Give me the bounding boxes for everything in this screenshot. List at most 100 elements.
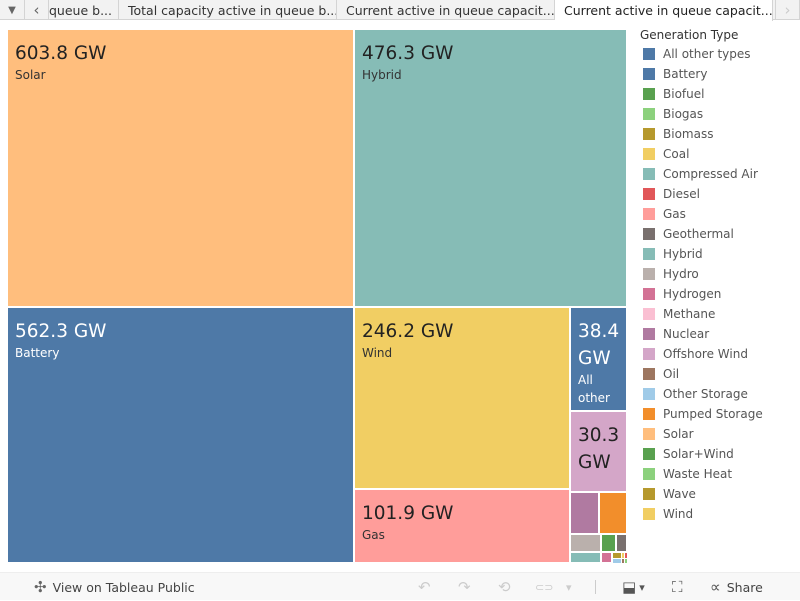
refresh-button[interactable]: ⊂⊃ <box>535 573 553 601</box>
tab-menu-button[interactable]: ▼ <box>0 0 25 20</box>
legend-item[interactable]: Biogas <box>640 104 800 124</box>
refresh-icon: ⊂⊃ <box>535 580 554 594</box>
treemap-tile-other-storage[interactable] <box>613 559 622 564</box>
treemap-tile-wind[interactable]: 246.2 GW Wind <box>355 308 571 490</box>
legend-swatch <box>643 188 655 200</box>
treemap-tile-offshore-wind[interactable]: 30.3 GW <box>571 412 628 493</box>
legend-item[interactable]: Oil <box>640 364 800 384</box>
treemap-tile-hydrogen[interactable] <box>602 553 613 564</box>
tile-unit-label: GW <box>578 452 611 473</box>
legend-label: Gas <box>663 207 686 221</box>
tab-sheet-1[interactable]: queue b... <box>49 0 119 20</box>
legend-item[interactable]: Gas <box>640 204 800 224</box>
fullscreen-button[interactable]: ⛶ <box>672 573 683 601</box>
revert-icon: ⟲ <box>498 578 511 596</box>
legend-swatch <box>643 408 655 420</box>
legend-item[interactable]: Coal <box>640 144 800 164</box>
legend-swatch <box>643 108 655 120</box>
view-on-tableau-label: View on Tableau Public <box>52 579 195 595</box>
tile-unit-label: GW <box>578 348 611 369</box>
legend-item[interactable]: Hydro <box>640 264 800 284</box>
treemap-tile-compressed-air[interactable] <box>571 553 602 564</box>
legend-swatch <box>643 308 655 320</box>
legend-label: Methane <box>663 307 716 321</box>
legend-swatch <box>643 248 655 260</box>
legend-item[interactable]: Compressed Air <box>640 164 800 184</box>
legend-item[interactable]: Diesel <box>640 184 800 204</box>
refresh-dropdown[interactable]: ▾ <box>566 573 572 601</box>
tile-value-label: 101.9 GW <box>362 503 454 524</box>
legend-item[interactable]: Pumped Storage <box>640 404 800 424</box>
legend-item[interactable]: Offshore Wind <box>640 344 800 364</box>
legend-swatch <box>643 148 655 160</box>
treemap-tile-solar-wind[interactable] <box>602 535 617 553</box>
undo-button[interactable]: ↶ <box>418 573 431 601</box>
share-button[interactable]: ∝ Share <box>710 573 763 601</box>
legend-item[interactable]: Geothermal <box>640 224 800 244</box>
tab-scroll-left-button[interactable]: ‹ <box>25 0 49 20</box>
legend-swatch <box>643 228 655 240</box>
treemap-tile-hybrid[interactable]: 476.3 GW Hybrid <box>355 30 628 308</box>
legend-label: Nuclear <box>663 327 710 341</box>
legend-item[interactable]: Biofuel <box>640 84 800 104</box>
legend-swatch <box>643 88 655 100</box>
tile-name-label: other <box>578 391 610 405</box>
treemap-tile-solar[interactable]: 603.8 GW Solar <box>8 30 355 308</box>
legend-item[interactable]: Battery <box>640 64 800 84</box>
caret-down-icon: ▾ <box>566 580 572 594</box>
tile-value-label: 562.3 GW <box>15 321 107 342</box>
tableau-logo-icon: ✣ <box>34 578 47 596</box>
treemap-tile-geothermal[interactable] <box>617 535 628 553</box>
tile-name-label: Solar <box>15 68 46 82</box>
redo-button[interactable]: ↷ <box>458 573 471 601</box>
legend-item[interactable]: Other Storage <box>640 384 800 404</box>
share-icon: ∝ <box>710 578 721 596</box>
fullscreen-icon: ⛶ <box>672 578 683 596</box>
legend-label: Solar+Wind <box>663 447 734 461</box>
legend-label: Compressed Air <box>663 167 758 181</box>
legend-item[interactable]: Nuclear <box>640 324 800 344</box>
legend-swatch <box>643 288 655 300</box>
legend-item[interactable]: Waste Heat <box>640 464 800 484</box>
caret-down-icon: ▼ <box>8 4 16 16</box>
treemap-tile-pumped-storage[interactable] <box>600 493 628 535</box>
treemap-tile-hydro[interactable] <box>571 535 602 553</box>
tab-sheet-4-active[interactable]: Current active in queue capacit... <box>555 0 773 21</box>
treemap-tile-gas[interactable]: 101.9 GW Gas <box>355 490 571 564</box>
treemap-tile-all-other-types[interactable]: 38.4 GW All other <box>571 308 628 412</box>
legend-label: Offshore Wind <box>663 347 748 361</box>
legend-label: Solar <box>663 427 694 441</box>
legend-label: Biomass <box>663 127 714 141</box>
tab-scroll-right-button[interactable]: › <box>775 0 800 20</box>
view-on-tableau-public-link[interactable]: ✣ View on Tableau Public <box>34 573 195 601</box>
legend-item[interactable]: Wind <box>640 504 800 524</box>
revert-button[interactable]: ⟲ <box>498 573 511 601</box>
tab-sheet-3[interactable]: Current active in queue capacit... <box>337 0 555 20</box>
tile-name-label: All <box>578 373 593 387</box>
legend-swatch <box>643 128 655 140</box>
legend-item[interactable]: Biomass <box>640 124 800 144</box>
legend-label: All other types <box>663 47 751 61</box>
treemap-tile-nuclear[interactable] <box>571 493 600 535</box>
treemap-tile-battery[interactable]: 562.3 GW Battery <box>8 308 355 564</box>
legend-item[interactable]: Hybrid <box>640 244 800 264</box>
legend: Generation Type All other types Battery Bi… <box>640 28 800 524</box>
chevron-left-icon: ‹ <box>33 1 40 19</box>
legend-item[interactable]: Wave <box>640 484 800 504</box>
treemap-tile-waste-heat[interactable] <box>625 559 628 564</box>
legend-label: Hydro <box>663 267 699 281</box>
tile-name-label: Battery <box>15 346 60 360</box>
tab-sheet-2[interactable]: Total capacity active in queue b... <box>119 0 337 20</box>
legend-item[interactable]: Solar+Wind <box>640 444 800 464</box>
download-button[interactable]: ⬓ ▾ <box>622 573 645 601</box>
tile-name-label: Gas <box>362 528 385 542</box>
undo-icon: ↶ <box>418 578 431 596</box>
legend-label: Battery <box>663 67 708 81</box>
legend-item[interactable]: Hydrogen <box>640 284 800 304</box>
legend-swatch <box>643 48 655 60</box>
chevron-right-icon: › <box>784 1 791 19</box>
caret-down-icon: ▾ <box>639 580 645 594</box>
legend-item[interactable]: All other types <box>640 44 800 64</box>
legend-item[interactable]: Methane <box>640 304 800 324</box>
legend-item[interactable]: Solar <box>640 424 800 444</box>
